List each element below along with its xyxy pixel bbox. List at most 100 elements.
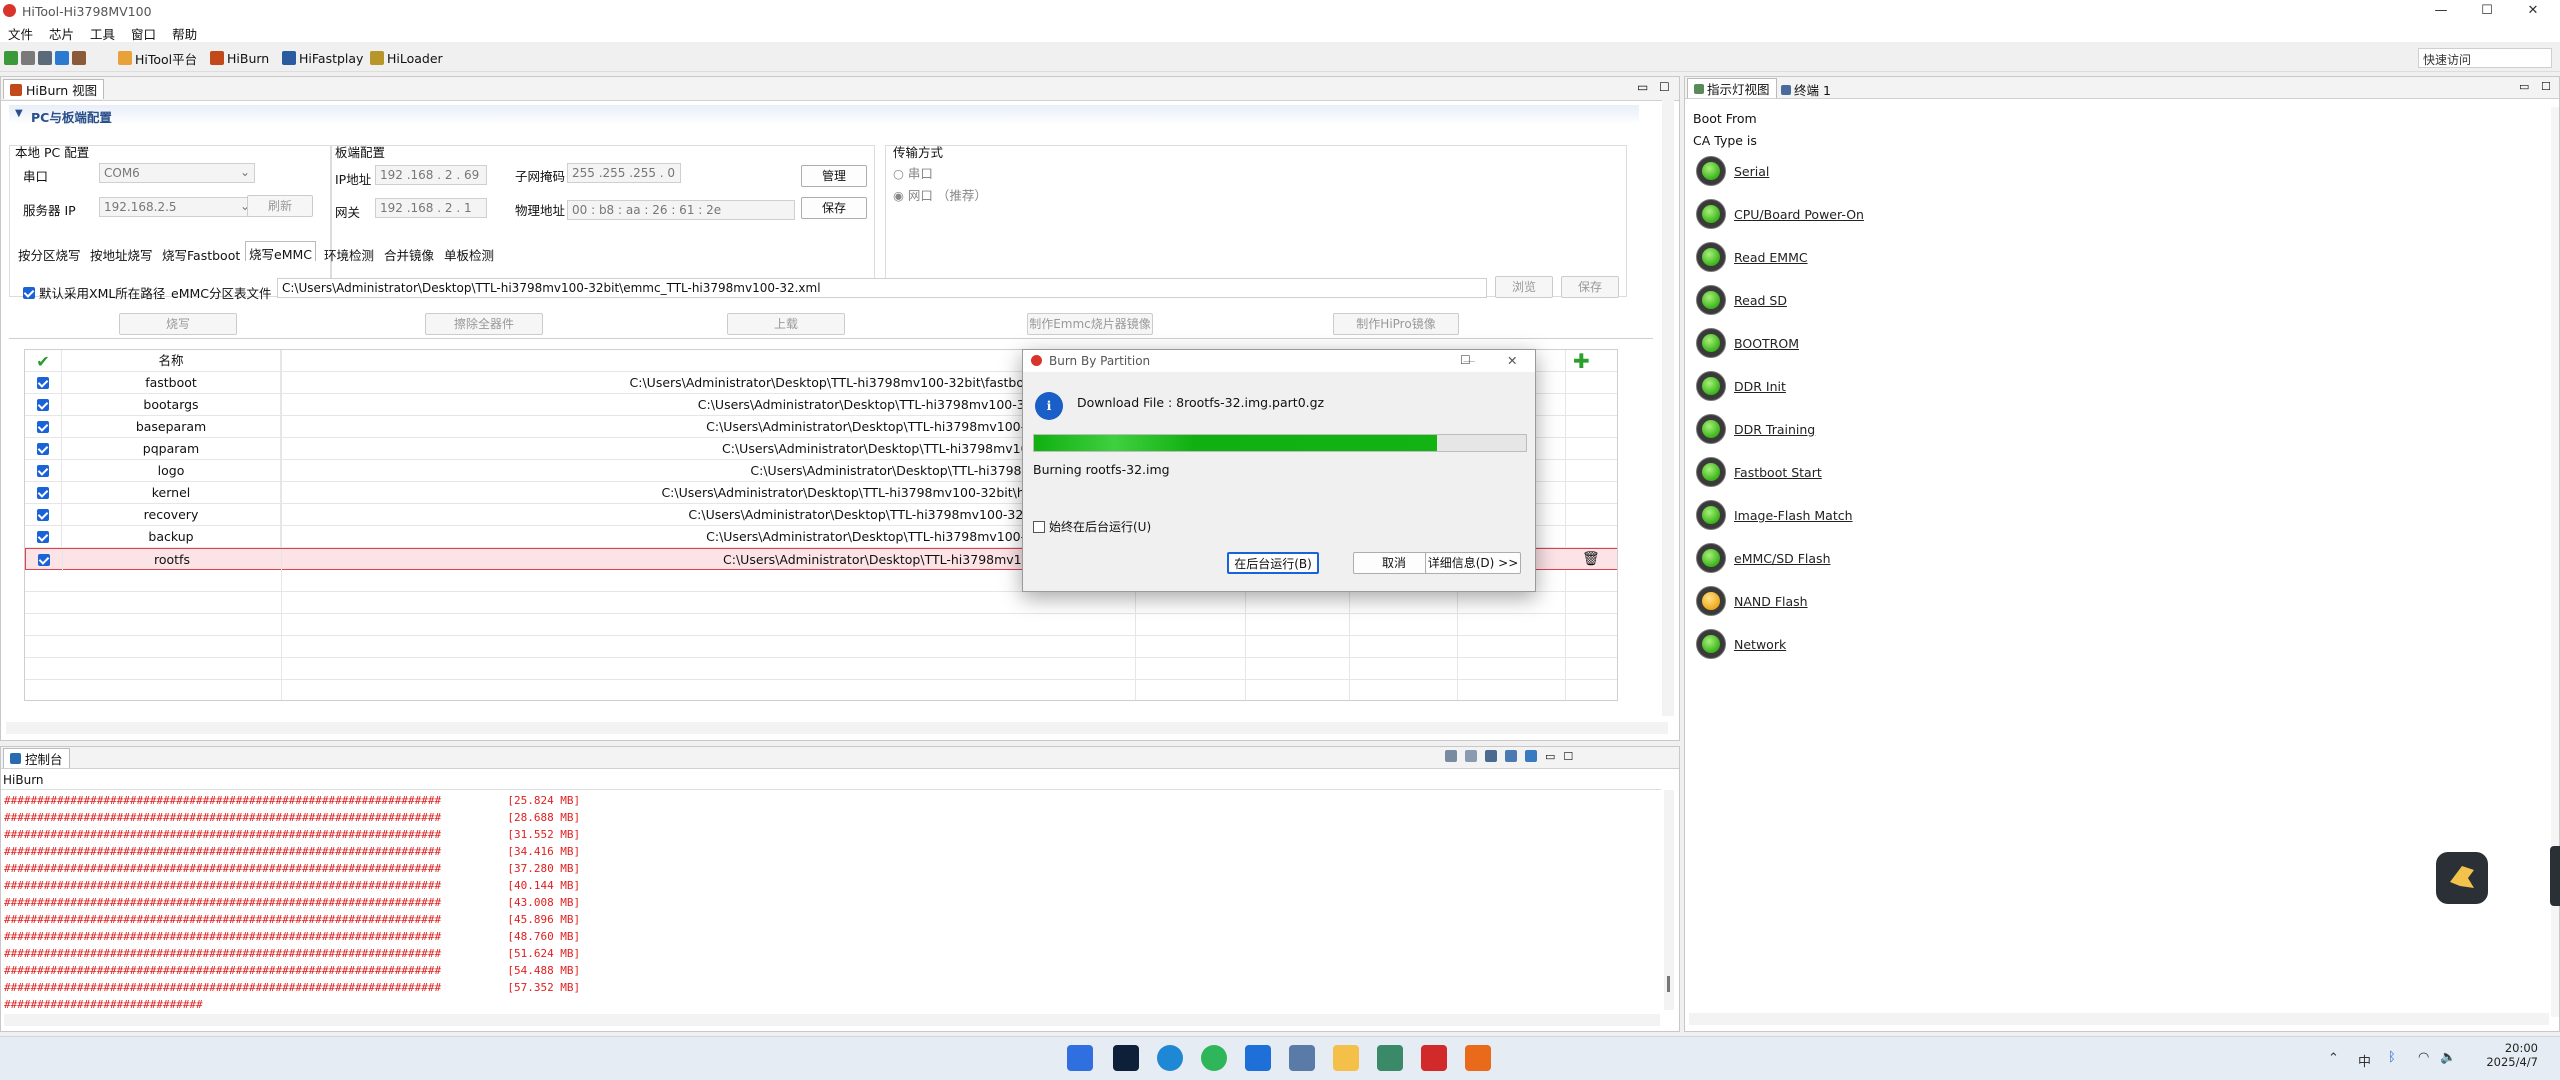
subtab-merge[interactable]: 合并镜像 — [381, 243, 437, 263]
subtab-address[interactable]: 按地址烧写 — [87, 243, 156, 263]
row-checkbox[interactable] — [37, 531, 49, 543]
clock[interactable]: 20:00 2025/4/7 — [2478, 1041, 2538, 1069]
console-tools[interactable]: ▭ ☐ — [1445, 750, 1573, 763]
main-vertical-scrollbar[interactable] — [1662, 96, 1674, 716]
clear-console-icon[interactable] — [1445, 750, 1457, 762]
wechat-icon[interactable] — [1201, 1045, 1227, 1071]
main-horizontal-scrollbar[interactable] — [6, 722, 1668, 734]
subtab-board[interactable]: 单板检测 — [441, 243, 497, 263]
menu-file[interactable]: 文件 — [0, 22, 41, 43]
row-path[interactable]: C:\Users\Administrator\Desktop\TTL-hi379… — [281, 460, 1051, 482]
minimize-view-icon[interactable]: ▭ — [1637, 80, 1648, 94]
cancel-button[interactable]: 取消 — [1353, 552, 1435, 574]
feishu-icon[interactable] — [1245, 1045, 1271, 1071]
led-label-nand[interactable]: NAND Flash — [1734, 594, 1808, 609]
run-background-button[interactable]: 在后台运行(B) — [1227, 552, 1319, 574]
maximize-view-icon[interactable]: ☐ — [1563, 750, 1573, 763]
led-label-ddr-training[interactable]: DDR Training — [1734, 422, 1815, 437]
led-label-read-emmc[interactable]: Read EMMC — [1734, 250, 1808, 265]
row-path[interactable]: C:\Users\Administrator\Desktop\TTL-hi379… — [281, 438, 1051, 460]
wifi-icon[interactable]: ◠ — [2418, 1050, 2429, 1065]
checkbox-unchecked-icon[interactable] — [1033, 520, 1045, 533]
file-explorer-icon[interactable] — [1333, 1045, 1359, 1071]
row-path[interactable]: C:\Users\Administrator\Desktop\TTL-hi379… — [281, 526, 1051, 548]
console-horizontal-scrollbar[interactable] — [4, 1014, 1660, 1026]
tab-terminal-1[interactable]: 终端 1 — [1781, 80, 1831, 99]
console-vertical-scrollbar[interactable] — [1664, 790, 1674, 1010]
row-path[interactable]: C:\Users\Administrator\Desktop\TTL-hi379… — [281, 416, 1051, 438]
tab-indicator-view[interactable]: 指示灯视图 — [1687, 78, 1777, 98]
refresh-icon[interactable] — [55, 51, 69, 65]
minimize-view-icon[interactable]: ▭ — [2519, 80, 2529, 93]
close-button[interactable]: ✕ — [2510, 0, 2556, 22]
emmc-table-path-input[interactable]: C:\Users\Administrator\Desktop\TTL-hi379… — [277, 278, 1487, 298]
subtab-emmc[interactable]: 烧写eMMC — [245, 241, 316, 262]
erase-all-button[interactable]: 擦除全器件 — [425, 313, 543, 335]
subtab-partition[interactable]: 按分区烧写 — [15, 243, 84, 263]
menu-chip[interactable]: 芯片 — [41, 22, 82, 43]
led-label-bootrom[interactable]: BOOTROM — [1734, 336, 1799, 351]
scroll-lock-icon[interactable] — [1465, 750, 1477, 762]
checkbox-checked-icon[interactable] — [23, 286, 35, 299]
row-path[interactable]: C:\Users\Administrator\Desktop\TTL-hi379… — [281, 482, 1051, 504]
section-header[interactable]: ▼ PC与板端配置 — [9, 105, 1639, 125]
always-background-checkbox[interactable]: 始终在后台运行(U) — [1033, 518, 1151, 535]
row-path[interactable]: C:\Users\Administrator\Desktop\TTL-hi379… — [281, 372, 1051, 394]
open-console-icon[interactable] — [1525, 750, 1537, 762]
connect-icon[interactable] — [4, 51, 18, 65]
disconnect-icon[interactable] — [21, 51, 35, 65]
side-handle[interactable] — [2550, 846, 2560, 906]
burn-button[interactable]: 烧写 — [119, 313, 237, 335]
pin-console-icon[interactable] — [1485, 750, 1497, 762]
hiburn-button[interactable]: HiBurn — [210, 49, 269, 67]
maximize-view-icon[interactable]: ☐ — [2541, 80, 2551, 93]
quick-access-input[interactable]: 快速访问 — [2418, 48, 2552, 68]
tray-chevron-icon[interactable]: ⌃ — [2328, 1051, 2339, 1066]
row-checkbox[interactable] — [37, 443, 49, 455]
minimize-view-icon[interactable]: ▭ — [1545, 750, 1555, 763]
expand-icon[interactable]: ▼ — [15, 108, 23, 119]
volume-icon[interactable]: 🔈 — [2440, 1050, 2456, 1065]
menu-help[interactable]: 帮助 — [164, 22, 205, 43]
tray-ime-icon[interactable]: 中 — [2358, 1051, 2371, 1070]
indicator-horizontal-scrollbar[interactable] — [1689, 1013, 2549, 1025]
led-label-ddr-init[interactable]: DDR Init — [1734, 379, 1786, 394]
row-checkbox[interactable] — [37, 377, 49, 389]
hitool-platform-button[interactable]: HiTool平台 — [118, 49, 197, 67]
minimize-button[interactable]: — — [2418, 0, 2464, 22]
led-label-fastboot-start[interactable]: Fastboot Start — [1734, 465, 1822, 480]
photoshop-icon[interactable] — [1113, 1045, 1139, 1071]
assistant-bird-icon[interactable] — [2436, 852, 2488, 904]
led-label-emmc-sd[interactable]: eMMC/SD Flash — [1734, 551, 1831, 566]
add-partition-icon[interactable]: ✚ — [1573, 351, 1590, 371]
tab-console[interactable]: 控制台 — [3, 748, 70, 768]
make-hipro-image-button[interactable]: 制作HiPro镜像 — [1333, 313, 1459, 335]
row-checkbox[interactable] — [37, 465, 49, 477]
led-label-network[interactable]: Network — [1734, 637, 1786, 652]
wps-icon[interactable] — [1421, 1045, 1447, 1071]
maximize-view-icon[interactable]: ☐ — [1659, 80, 1670, 94]
row-checkbox[interactable] — [37, 509, 49, 521]
row-path[interactable]: C:\Users\Administrator\Desktop\TTL-hi379… — [282, 549, 1052, 571]
tool-icon[interactable] — [72, 51, 86, 65]
row-checkbox[interactable] — [37, 421, 49, 433]
hifastplay-button[interactable]: HiFastplay — [282, 49, 363, 67]
hitool-taskbar-icon[interactable] — [1465, 1045, 1491, 1071]
menu-window[interactable]: 窗口 — [123, 22, 164, 43]
row-checkbox[interactable] — [37, 487, 49, 499]
led-label-serial[interactable]: Serial — [1734, 164, 1769, 179]
maximize-button[interactable]: ☐ — [2464, 0, 2510, 22]
display-console-icon[interactable] — [1505, 750, 1517, 762]
browse-button[interactable]: 浏览 — [1495, 276, 1553, 298]
subtab-fastboot[interactable]: 烧写Fastboot — [159, 243, 243, 263]
edge-icon[interactable] — [1157, 1045, 1183, 1071]
tab-hiburn-view[interactable]: HiBurn 视图 — [3, 79, 105, 99]
details-button[interactable]: 详细信息(D) >> — [1425, 552, 1521, 574]
subtab-env[interactable]: 环境检测 — [321, 243, 377, 263]
menu-tools[interactable]: 工具 — [82, 22, 123, 43]
row-checkbox[interactable] — [38, 554, 50, 566]
hiloader-button[interactable]: HiLoader — [370, 49, 443, 67]
make-emmc-image-button[interactable]: 制作Emmc烧片器镜像 — [1027, 313, 1153, 335]
chip-icon[interactable] — [38, 51, 52, 65]
bluetooth-icon[interactable]: ᛒ — [2388, 1050, 2396, 1065]
